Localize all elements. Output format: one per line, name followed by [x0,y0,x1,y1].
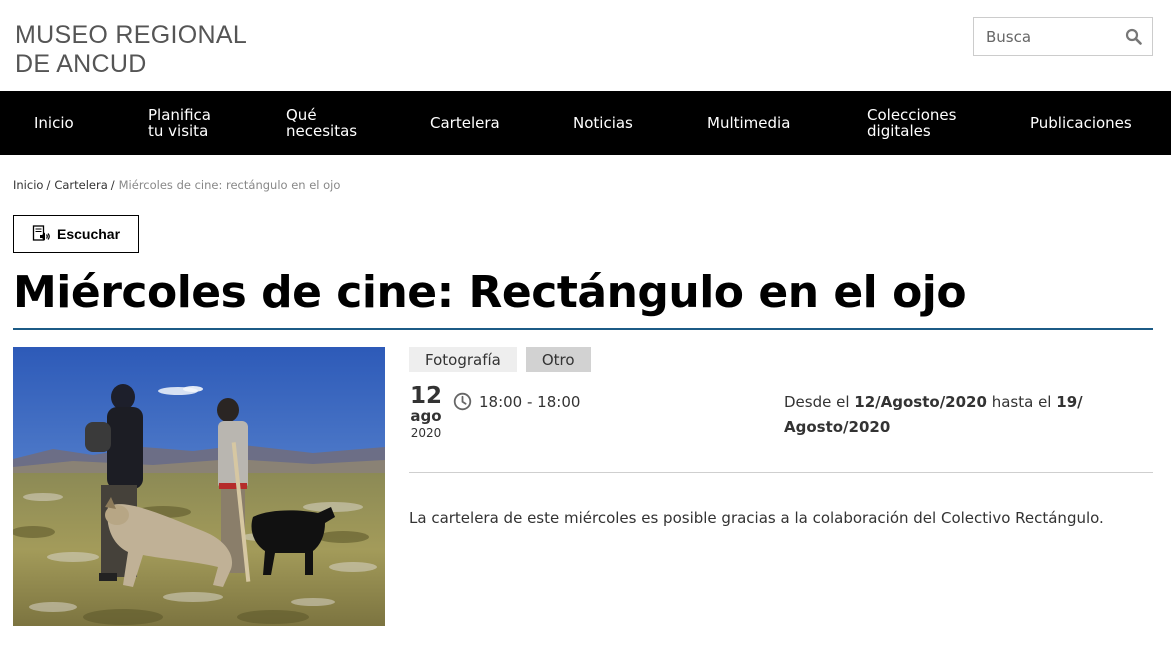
range-middle: hasta el [991,393,1052,411]
nav-item-noticias[interactable]: Noticias [573,91,633,155]
breadcrumb: Inicio / Cartelera / Miércoles de cine: rect… [13,178,340,192]
title-divider [13,328,1153,330]
nav-item-cartelera[interactable]: Cartelera [430,91,500,155]
main-navigation: Inicio Planifica tu visita Qué necesitas… [0,91,1171,155]
nav-item-label: Colecciones digitales [867,106,957,140]
event-time-text: 18:00 - 18:00 [479,392,581,411]
logo-line-2: DE ANCUD [15,50,147,78]
breadcrumb-link-cartelera[interactable]: Cartelera [54,178,107,192]
museum-logo[interactable]: MUSEO REGIONAL DE ANCUD [15,21,247,79]
page-title: Miércoles de cine: Rectángulo en el ojo [13,267,967,318]
clock-icon [453,392,472,411]
event-date: 12 ago 2020 [409,383,443,440]
range-prefix: Desde el [784,393,850,411]
nav-item-label: Noticias [573,114,633,132]
breadcrumb-separator: / [110,178,115,192]
nav-item-colecciones-digitales[interactable]: Colecciones digitales [867,91,956,155]
speaker-icon [32,225,50,241]
site-header: MUSEO REGIONAL DE ANCUD [0,0,1171,91]
date-year: 2020 [410,426,442,440]
info-divider [409,472,1153,473]
listen-button[interactable]: Escuchar [13,215,139,253]
nav-item-label: Multimedia [707,114,791,132]
nav-item-planifica-tu-visita[interactable]: Planifica tu visita [148,91,211,155]
search-input[interactable] [974,18,1114,55]
nav-item-label: Qué necesitas [286,106,358,140]
event-description: La cartelera de este miércoles es posibl… [409,509,1104,527]
nav-item-publicaciones[interactable]: Publicaciones [1030,91,1132,155]
event-time: 18:00 - 18:00 [453,392,580,411]
date-day: 12 [409,383,442,409]
nav-item-label: Planifica tu visita [148,106,211,140]
nav-item-label: Publicaciones [1030,114,1132,132]
logo-line-1: MUSEO REGIONAL [15,21,248,49]
range-start: 12/Agosto/2020 [854,393,987,411]
nav-item-label: Cartelera [430,114,500,132]
event-tags: Fotografía Otro [409,347,591,372]
tag-otro[interactable]: Otro [525,347,591,372]
event-photo [13,347,385,626]
nav-item-multimedia[interactable]: Multimedia [707,91,790,155]
listen-button-label: Escuchar [57,226,121,242]
search-box [973,17,1153,56]
breadcrumb-link-inicio[interactable]: Inicio [13,178,43,192]
nav-item-que-necesitas[interactable]: Qué necesitas [286,91,357,155]
tag-fotografia[interactable]: Fotografía [409,347,517,372]
event-date-range: Desde el 12/Agosto/2020 hasta el 19/ Ago… [784,390,1104,440]
nav-item-inicio[interactable]: Inicio [34,91,74,155]
nav-item-label: Inicio [34,114,74,132]
breadcrumb-current: Miércoles de cine: rectángulo en el ojo [118,178,341,192]
breadcrumb-separator: / [46,178,51,192]
search-icon[interactable] [1114,18,1152,55]
date-month: ago [410,407,442,425]
